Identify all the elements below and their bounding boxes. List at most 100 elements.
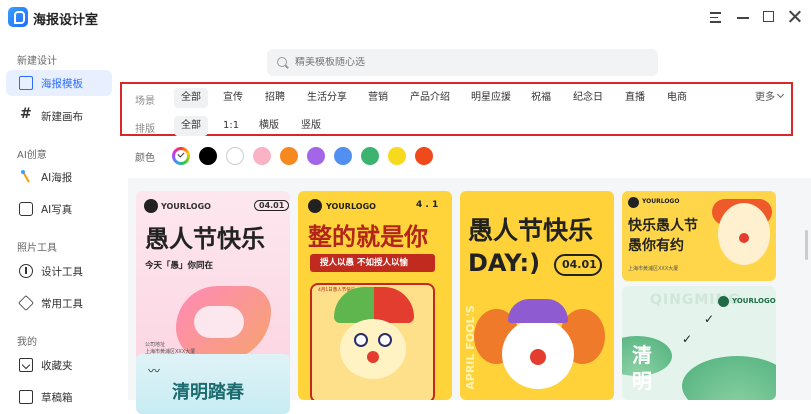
template-gallery: YOURLOGO 04.01 愚人节快乐 今天「愚」你同在 公司地址 上海市黄浦… bbox=[128, 178, 811, 414]
more-label: 更多 bbox=[755, 92, 775, 103]
sidebar-item-common-tools[interactable]: 常用工具 bbox=[6, 290, 112, 316]
sidebar-item-ai-poster[interactable]: AI海报 bbox=[6, 164, 112, 190]
layout-chip-portrait[interactable]: 竖版 bbox=[294, 116, 328, 136]
title-bar: 海报设计室 bbox=[0, 0, 811, 36]
sidebar-item-new-canvas[interactable]: 新建画布 bbox=[6, 103, 112, 129]
template-card-4[interactable]: YOURLOGO 快乐愚人节 愚你有约 上海市黄浦区XXX大厦 bbox=[622, 191, 776, 281]
template-footer: 上海市黄浦区XXX大厦 bbox=[628, 266, 679, 272]
logo-mark-icon bbox=[718, 296, 729, 307]
maximize-icon[interactable] bbox=[760, 8, 778, 26]
design-tool-icon bbox=[19, 264, 33, 278]
scene-filter-label: 场景 bbox=[135, 96, 155, 107]
sidebar-item-label: 设计工具 bbox=[41, 265, 83, 278]
scene-chip-marketing[interactable]: 营销 bbox=[361, 88, 395, 108]
filter-panel: 场景 全部 宣传 招聘 生活分享 营销 产品介绍 明星应援 祝福 纪念日 直播 … bbox=[120, 82, 793, 136]
chevron-down-icon bbox=[776, 90, 785, 99]
close-icon[interactable] bbox=[786, 8, 804, 26]
sidebar-section-new-design: 新建设计 bbox=[17, 56, 57, 67]
template-title-secondary: 愚你有约 bbox=[628, 238, 684, 254]
template-card-6[interactable]: 〰 清明踏春 bbox=[136, 354, 290, 414]
clown-nose bbox=[739, 233, 749, 243]
template-subtitle: 今天「愚」你同在 bbox=[145, 261, 214, 271]
magic-wand-icon bbox=[19, 170, 33, 184]
scene-chip-all[interactable]: 全部 bbox=[174, 88, 208, 108]
color-swatch-purple[interactable] bbox=[307, 147, 325, 165]
color-swatch-green[interactable] bbox=[361, 147, 379, 165]
clown-eye bbox=[354, 333, 368, 347]
template-title: 快乐愚人节 bbox=[628, 218, 698, 234]
swallow-icon: ✓ bbox=[682, 332, 693, 346]
color-swatch-red[interactable] bbox=[415, 147, 433, 165]
color-swatch-pink[interactable] bbox=[253, 147, 271, 165]
clown-face-illustration bbox=[340, 319, 406, 379]
scene-chip-star-support[interactable]: 明星应援 bbox=[464, 88, 518, 108]
sidebar-item-label: 草稿箱 bbox=[41, 391, 73, 404]
scene-chip-anniversary[interactable]: 纪念日 bbox=[566, 88, 610, 108]
template-title: 清明踏春 bbox=[172, 382, 244, 403]
template-side-text: APRIL FOOL'S bbox=[463, 305, 477, 390]
sidebar-item-ai-portrait[interactable]: AI写真 bbox=[6, 196, 112, 222]
scene-chip-recruit[interactable]: 招聘 bbox=[258, 88, 292, 108]
clown-hat-illustration bbox=[508, 299, 568, 323]
sidebar-item-design-tools[interactable]: 设计工具 bbox=[6, 258, 112, 284]
poster-icon bbox=[19, 76, 33, 90]
template-title: 清明 bbox=[632, 343, 652, 393]
template-logo-text: YOURLOGO bbox=[642, 198, 680, 205]
template-logo-text: YOURLOGO bbox=[732, 297, 776, 305]
sidebar-section-ai: AI创意 bbox=[17, 150, 47, 161]
box-icon bbox=[18, 295, 34, 311]
more-filters-button[interactable]: 更多 bbox=[755, 88, 785, 108]
sidebar-item-label: AI写真 bbox=[41, 203, 73, 216]
layout-chip-square[interactable]: 1:1 bbox=[216, 116, 246, 136]
template-subtitle: 授人以愚 不如授人以愉 bbox=[320, 258, 408, 268]
ai-icon bbox=[19, 202, 33, 216]
sidebar-item-drafts[interactable]: 草稿箱 bbox=[6, 384, 112, 410]
template-logo-text: YOURLOGO bbox=[161, 202, 211, 211]
sidebar-item-label: 海报模板 bbox=[41, 77, 83, 90]
template-card-5[interactable]: QINGMING YOURLOGO ✓ ✓ 清明 bbox=[622, 286, 776, 400]
search-bar[interactable] bbox=[267, 49, 658, 76]
sidebar-item-poster-templates[interactable]: 海报模板 bbox=[6, 70, 112, 96]
decorative-shape bbox=[194, 306, 244, 338]
template-card-2[interactable]: YOURLOGO 4 . 1 整的就是你 授人以愚 不如授人以愉 4月1日愚人节… bbox=[298, 191, 452, 400]
scene-chip-blessing[interactable]: 祝福 bbox=[524, 88, 558, 108]
color-swatch-all[interactable] bbox=[172, 147, 190, 165]
hash-icon bbox=[19, 106, 33, 123]
color-swatch-yellow[interactable] bbox=[388, 147, 406, 165]
sidebar-section-mine: 我的 bbox=[17, 337, 37, 348]
logo-mark-icon bbox=[144, 199, 158, 213]
template-title: 愚人节快乐 bbox=[468, 216, 594, 245]
color-swatch-white[interactable] bbox=[226, 147, 244, 165]
scene-chip-ecommerce[interactable]: 电商 bbox=[660, 88, 694, 108]
minimize-icon[interactable] bbox=[734, 8, 752, 26]
scene-chip-live[interactable]: 直播 bbox=[618, 88, 652, 108]
search-input[interactable] bbox=[295, 57, 635, 68]
logo-mark-icon bbox=[628, 197, 639, 208]
scene-chip-promotion[interactable]: 宣传 bbox=[216, 88, 250, 108]
sidebar: 新建设计 海报模板 新建画布 AI创意 AI海报 AI写真 照片工具 设计工具 … bbox=[0, 36, 120, 404]
template-logo-text: YOURLOGO bbox=[326, 202, 376, 211]
clown-eye bbox=[378, 333, 392, 347]
template-card-3[interactable]: 愚人节快乐 DAY:) 04.01 APRIL FOOL'S bbox=[460, 191, 614, 400]
layout-chip-landscape[interactable]: 横版 bbox=[252, 116, 286, 136]
app-title: 海报设计室 bbox=[33, 13, 99, 28]
sidebar-item-label: 新建画布 bbox=[41, 110, 83, 123]
color-swatch-blue[interactable] bbox=[334, 147, 352, 165]
sidebar-item-label: 常用工具 bbox=[41, 297, 83, 310]
app-logo-icon bbox=[8, 7, 28, 27]
menu-icon[interactable] bbox=[707, 8, 725, 26]
scene-chip-product-intro[interactable]: 产品介绍 bbox=[403, 88, 457, 108]
sidebar-item-favorites[interactable]: 收藏夹 bbox=[6, 352, 112, 378]
layout-chip-all[interactable]: 全部 bbox=[174, 116, 208, 136]
favorite-folder-icon bbox=[19, 358, 33, 372]
color-swatch-black[interactable] bbox=[199, 147, 217, 165]
jester-hat-illustration bbox=[334, 287, 414, 323]
logo-mark-icon bbox=[308, 199, 322, 213]
color-swatch-orange[interactable] bbox=[280, 147, 298, 165]
leaf-illustration bbox=[682, 356, 776, 400]
scene-chip-life-share[interactable]: 生活分享 bbox=[300, 88, 354, 108]
draft-icon bbox=[19, 390, 33, 404]
gallery-scrollbar[interactable] bbox=[805, 230, 808, 260]
template-date: 4 . 1 bbox=[416, 200, 439, 210]
template-date: 04.01 bbox=[254, 200, 290, 211]
